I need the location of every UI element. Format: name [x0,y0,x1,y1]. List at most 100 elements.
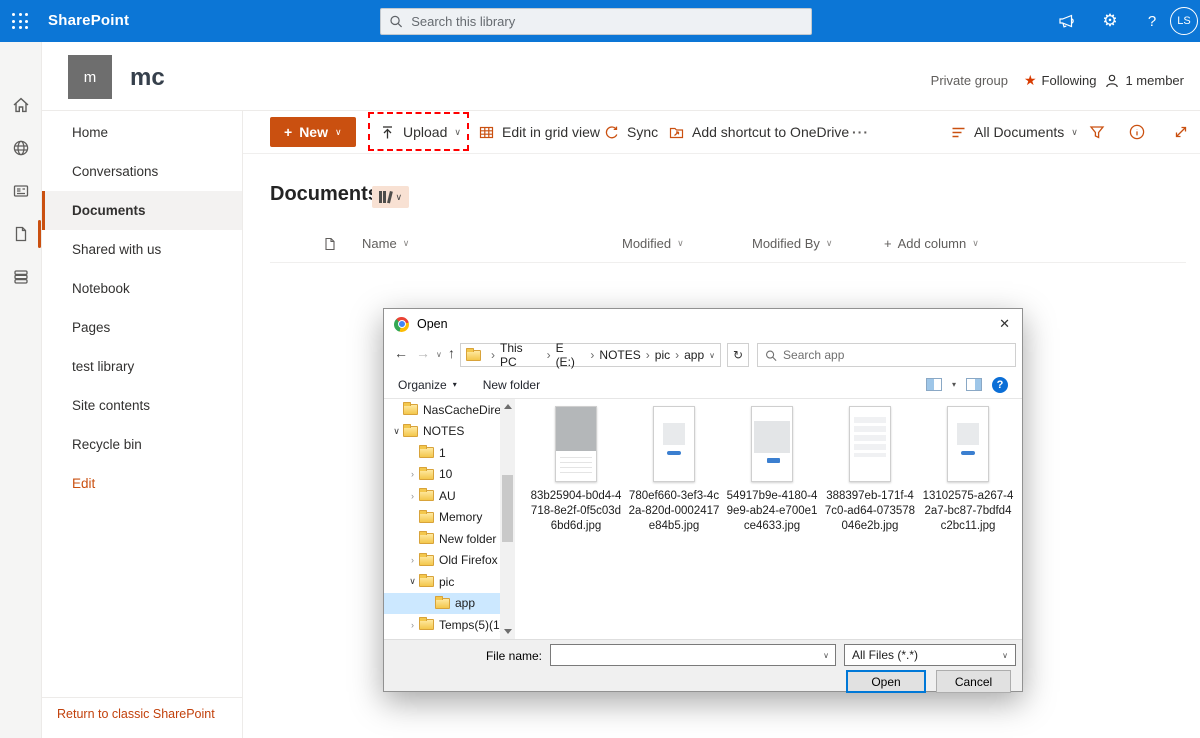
expander-icon[interactable]: ∨ [406,576,419,587]
tree-item-new-folder[interactable]: New folder [384,528,515,550]
new-button[interactable]: + New ∨ [270,117,356,147]
organize-button[interactable]: Organize ▾ [398,378,457,392]
news-icon[interactable] [11,181,31,201]
breadcrumb-this-pc[interactable]: This PC [500,341,542,369]
file-item[interactable]: 388397eb-171f-47c0-ad64-073578046e2b.jpg [824,406,916,534]
tree-item-10[interactable]: ›10 [384,464,515,486]
views-caret-icon[interactable]: ▾ [952,380,956,389]
scrollbar-thumb[interactable] [502,475,513,542]
breadcrumb-app[interactable]: app [684,348,704,362]
file-item[interactable]: 83b25904-b0d4-4718-8e2f-0f5c03d6bd6d.jpg [530,406,622,534]
tree-item-memory[interactable]: Memory [384,507,515,529]
sync-button[interactable]: Sync [603,117,658,147]
breadcrumb-drive[interactable]: E (E:) [556,341,586,369]
address-dropdown-chevron-icon[interactable]: ∨ [709,351,715,360]
info-button[interactable] [1128,117,1146,147]
views-icon[interactable] [926,378,942,391]
file-item[interactable]: 54917b9e-4180-49e9-ab24-e700e1ce4633.jpg [726,406,818,534]
tree-scrollbar[interactable] [500,399,515,639]
file-name: 54917b9e-4180-49e9-ab24-e700e1ce4633.jpg [726,489,818,534]
cancel-button[interactable]: Cancel [936,670,1011,693]
members-button[interactable]: 1 member [1104,73,1184,89]
tree-item-1[interactable]: 1 [384,442,515,464]
tree-item-notes[interactable]: ∨NOTES [384,421,515,443]
sidebar-item-test-library[interactable]: test library [42,347,242,386]
globe-icon[interactable] [11,138,31,158]
scroll-up-icon[interactable] [504,404,512,409]
file-name-input[interactable] [551,645,823,665]
edit-grid-view-button[interactable]: Edit in grid view [478,117,600,147]
sidebar-item-site-contents[interactable]: Site contents [42,386,242,425]
file-item[interactable]: 780ef660-3ef3-4c2a-820d-0002417e84b5.jpg [628,406,720,534]
breadcrumb-notes[interactable]: NOTES [599,348,640,362]
expander-icon[interactable]: › [406,555,419,565]
megaphone-icon[interactable] [1050,0,1084,42]
scroll-down-icon[interactable] [504,629,512,634]
settings-gear-icon[interactable]: ⚙ [1093,0,1127,42]
dialog-title-bar[interactable]: Open [384,309,1022,339]
upload-button[interactable]: Upload ∨ [379,117,461,147]
sidebar-item-conversations[interactable]: Conversations [42,152,242,191]
suite-search-input[interactable] [411,14,803,29]
new-folder-button[interactable]: New folder [483,378,540,392]
help-icon[interactable]: ? [1135,0,1169,42]
account-avatar[interactable]: LS [1170,7,1198,35]
site-logo[interactable]: m [68,55,112,99]
expander-icon[interactable]: › [406,491,419,501]
sidebar-item-pages[interactable]: Pages [42,308,242,347]
sidebar-item-home[interactable]: Home [42,113,242,152]
breadcrumb-separator-icon: › [491,348,495,362]
tree-item-old-firefox[interactable]: ›Old Firefox D [384,550,515,572]
documents-file-icon[interactable] [11,224,31,244]
breadcrumb-pic[interactable]: pic [655,348,670,362]
home-icon[interactable] [11,95,31,115]
following-toggle[interactable]: ★ Following [1024,72,1096,89]
sidebar-item-notebook[interactable]: Notebook [42,269,242,308]
fullscreen-expand-button[interactable] [1172,117,1190,147]
dialog-search-box[interactable] [757,343,1016,367]
sidebar-item-recycle-bin[interactable]: Recycle bin [42,425,242,464]
site-title[interactable]: mc [130,64,165,92]
view-selector-button[interactable]: All Documents ∨ [950,117,1078,147]
file-name-combobox[interactable]: ∨ [550,644,836,666]
column-header-modified[interactable]: Modified∨ [622,236,684,251]
more-commands-button[interactable]: ··· [852,117,869,147]
refresh-button[interactable]: ↻ [727,343,749,367]
forward-button[interactable]: → [416,345,430,361]
column-type-icon[interactable] [322,236,338,252]
sidebar-item-shared-with-us[interactable]: Shared with us [42,230,242,269]
tree-item-temps[interactable]: ›Temps(5)(1) [384,614,515,636]
dialog-help-icon[interactable]: ? [992,377,1008,393]
lists-database-icon[interactable] [11,267,31,287]
back-button[interactable]: ← [394,345,408,361]
file-item[interactable]: 13102575-a267-42a7-bc87-7bdfd4c2bc11.jpg [922,406,1014,534]
preview-pane-icon[interactable] [966,378,982,391]
tree-item-app[interactable]: app [384,593,515,615]
chevron-down-icon[interactable]: ∨ [823,651,835,660]
expander-icon[interactable]: ∨ [390,426,403,437]
return-classic-link[interactable]: Return to classic SharePoint [57,707,215,721]
file-type-select[interactable]: All Files (*.*) ∨ [844,644,1016,666]
tree-item-pic[interactable]: ∨pic [384,571,515,593]
up-button[interactable]: ↑ [448,345,455,361]
expander-icon[interactable]: › [406,469,419,479]
suite-search-box[interactable] [380,8,812,35]
dialog-search-input[interactable] [783,348,1008,362]
suite-app-name[interactable]: SharePoint [48,12,129,29]
column-header-modified-by[interactable]: Modified By∨ [752,236,833,251]
add-column-button[interactable]: +Add column∨ [884,236,979,251]
app-launcher-waffle-icon[interactable] [12,13,29,30]
address-bar[interactable]: › This PC › E (E:) › NOTES › pic › app ∨ [460,343,721,367]
history-chevron-icon[interactable]: ∨ [436,350,442,359]
open-button[interactable]: Open [846,670,926,693]
tree-item-au[interactable]: ›AU [384,485,515,507]
tree-item-nascachedire[interactable]: NasCacheDire [384,399,515,421]
expander-icon[interactable]: › [406,620,419,630]
column-header-name[interactable]: Name∨ [362,236,409,251]
dialog-close-button[interactable]: ✕ [999,316,1010,332]
sidebar-item-edit[interactable]: Edit [42,464,242,503]
add-shortcut-button[interactable]: Add shortcut to OneDrive [668,117,849,147]
sidebar-item-documents[interactable]: Documents [42,191,242,230]
filter-button[interactable] [1088,117,1106,147]
library-view-badge[interactable]: ∨ [372,186,409,208]
